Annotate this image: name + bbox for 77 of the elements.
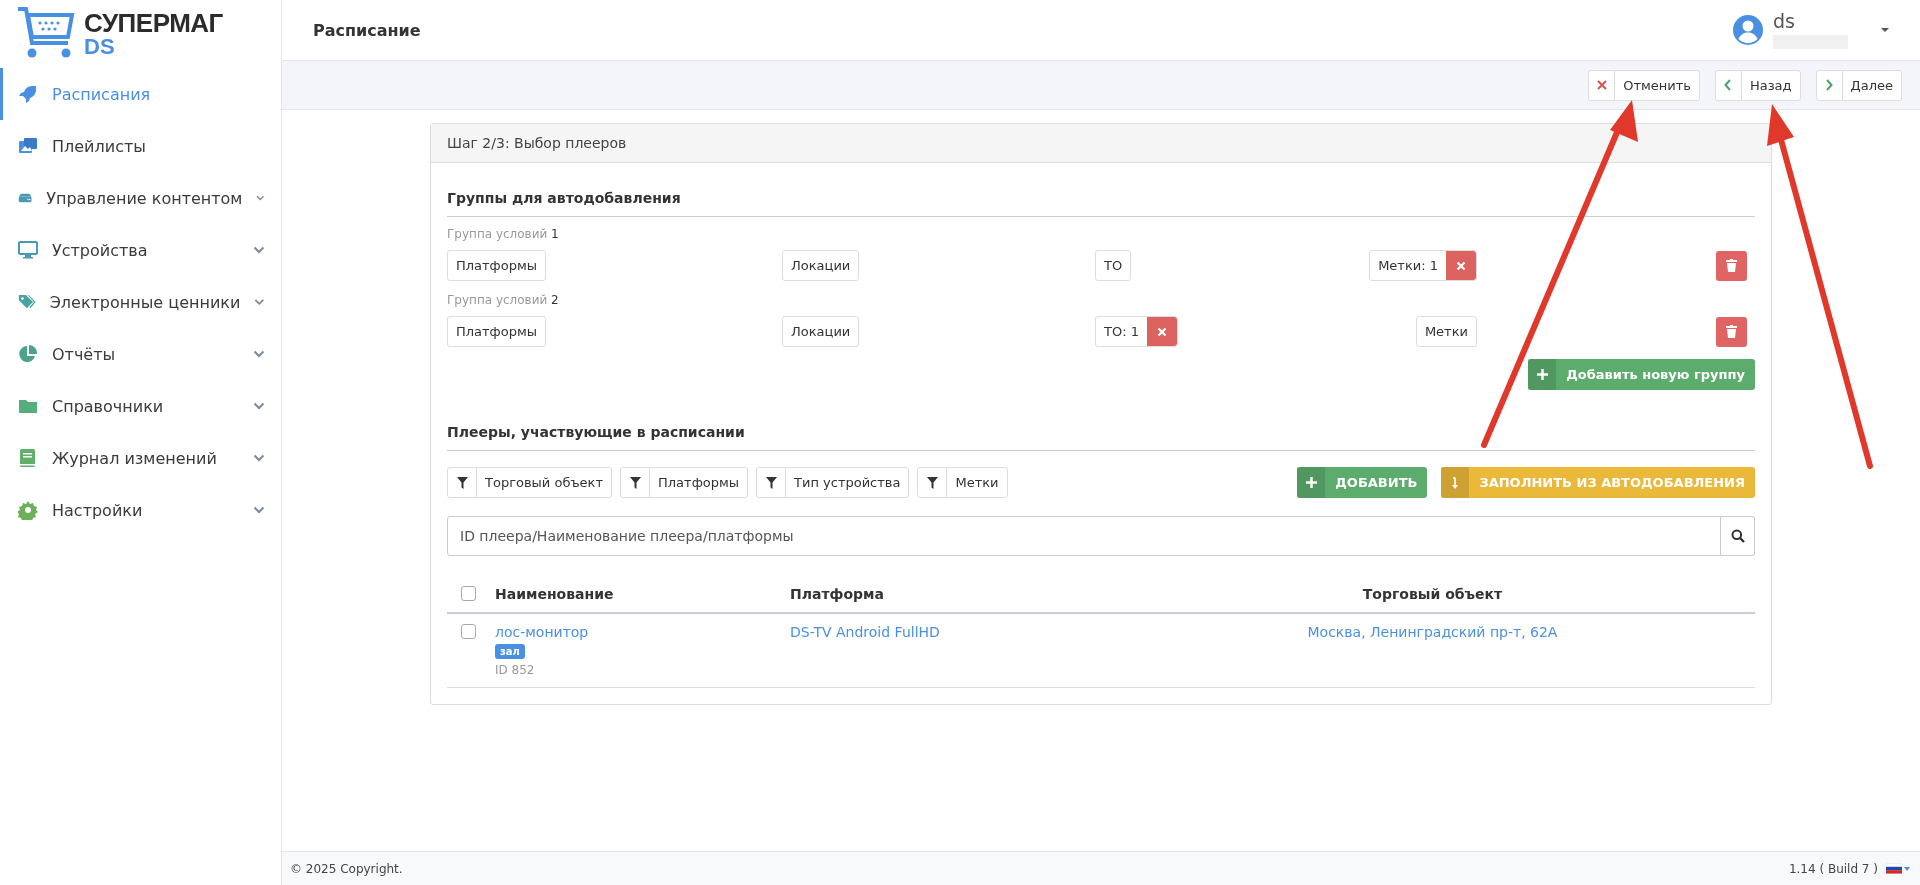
- sidebar-item[interactable]: Отчёты: [0, 328, 281, 380]
- filter-button[interactable]: ТО: [1095, 250, 1132, 281]
- filter-button[interactable]: Метки: [1415, 316, 1477, 347]
- group-caption: Группа условий 2: [447, 293, 560, 307]
- search-icon: [1730, 529, 1745, 543]
- section-title: Плееры, участвующие в расписании: [447, 424, 1755, 451]
- copyright-text: © 2025 Copyright.: [290, 861, 403, 876]
- chevron-down-icon: [253, 350, 265, 358]
- sidebar-item[interactable]: Устройства: [0, 224, 281, 276]
- player-id: ID 852: [495, 663, 535, 677]
- remove-icon[interactable]: [1446, 251, 1476, 280]
- flag-icon[interactable]: [1886, 863, 1902, 874]
- sidebar-item[interactable]: Настройки: [0, 484, 281, 536]
- chevron-down-icon: [253, 454, 265, 462]
- trash-icon: [1726, 325, 1737, 338]
- column-header: Торговый объект: [1362, 586, 1503, 602]
- trash-icon: [1726, 259, 1737, 272]
- chevron-down-icon: [253, 246, 265, 254]
- filter-icon: [629, 476, 641, 489]
- filter-button[interactable]: Метки: [917, 467, 1008, 498]
- filter-icon: [765, 476, 777, 489]
- sidebar-item[interactable]: Журнал изменений: [0, 432, 281, 484]
- user-avatar-icon[interactable]: [1733, 15, 1763, 45]
- menu-item-icon: [18, 136, 38, 156]
- toolbar-button[interactable]: Далее: [1815, 69, 1902, 101]
- caret-icon[interactable]: [1904, 866, 1910, 871]
- filter-button[interactable]: Тип устройства: [756, 467, 910, 498]
- filter-icon: [926, 476, 938, 489]
- caret-icon[interactable]: [1880, 27, 1890, 33]
- panel-title: Шаг 2/3: Выбор плееров: [431, 124, 1771, 163]
- menu-item-icon: [18, 500, 38, 520]
- chevron-right-icon: [1825, 79, 1834, 91]
- column-header: Платформа: [790, 586, 885, 602]
- arrow-down-icon: [1451, 476, 1460, 489]
- menu-item-icon: [18, 344, 38, 364]
- chevron-down-icon: [253, 506, 265, 514]
- remove-icon[interactable]: [1146, 317, 1177, 346]
- group-caption: Группа условий 1: [447, 227, 560, 241]
- delete-button[interactable]: [1716, 250, 1747, 281]
- filter-button[interactable]: Торговый объект: [447, 467, 612, 498]
- plus-icon: [1305, 477, 1317, 488]
- logo-subtitle: DS: [84, 36, 116, 58]
- sidebar-item[interactable]: Плейлисты: [0, 120, 281, 172]
- checkbox[interactable]: [461, 586, 476, 601]
- logo-title: СУПЕРМАГ: [84, 10, 223, 36]
- page-title: Расписание: [313, 20, 422, 40]
- filter-button[interactable]: Платформы: [447, 250, 546, 281]
- search-button[interactable]: [1721, 516, 1755, 556]
- filter-button[interactable]: Метки: 1: [1369, 250, 1477, 281]
- tag: зал: [495, 644, 525, 659]
- sidebar-item[interactable]: Управление контентом: [0, 172, 281, 224]
- version-text: 1.14 ( Build 7 ): [1788, 861, 1878, 876]
- chevron-down-icon: [256, 194, 265, 202]
- filter-button[interactable]: Платформы: [447, 316, 546, 347]
- close-icon: [1596, 80, 1607, 90]
- search-field[interactable]: ID плеера/Наименование плеера/платформы: [447, 516, 1721, 556]
- checkbox[interactable]: [461, 624, 476, 639]
- filter-icon: [456, 476, 468, 489]
- filter-button[interactable]: Платформы: [620, 467, 749, 498]
- toolbar-button[interactable]: Назад: [1714, 69, 1801, 101]
- toolbar-button[interactable]: Отменить: [1588, 69, 1700, 101]
- section-title: Группы для автодобавления: [447, 190, 1755, 217]
- plus-icon: [1536, 369, 1548, 380]
- column-header: Наименование: [495, 586, 615, 602]
- menu-item-icon: [18, 448, 38, 468]
- sidebar-item[interactable]: Справочники: [0, 380, 281, 432]
- delete-button[interactable]: [1716, 316, 1747, 347]
- user-name[interactable]: ds: [1773, 11, 1848, 31]
- chevron-left-icon: [1724, 79, 1733, 91]
- menu-item-icon: [18, 84, 38, 104]
- chevron-down-icon: [254, 298, 265, 306]
- filter-button[interactable]: ТО: 1: [1095, 316, 1178, 347]
- sidebar-item[interactable]: Электронные ценники: [0, 276, 281, 328]
- filter-button[interactable]: Локации: [782, 316, 860, 347]
- chevron-down-icon: [253, 402, 265, 410]
- menu-item-icon: [18, 240, 38, 260]
- filter-button[interactable]: Локации: [782, 250, 860, 281]
